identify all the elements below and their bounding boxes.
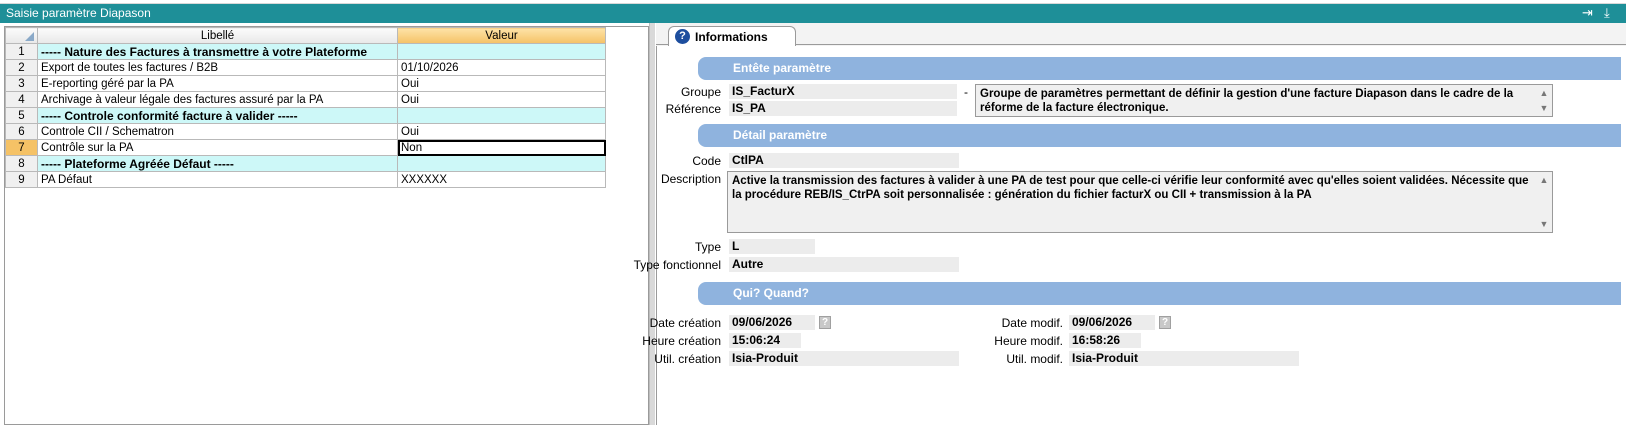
- tab-informations-label: Informations: [695, 30, 768, 44]
- section-header-qui-quand: Qui? Quand?: [698, 282, 1621, 305]
- util-creation-field: Isia-Produit: [729, 351, 959, 366]
- download-icon[interactable]: ⤓: [1604, 5, 1610, 21]
- scroll-down-icon[interactable]: ▼: [1539, 217, 1549, 231]
- date-modif-label: Date modif.: [1001, 316, 1063, 330]
- cell-valeur[interactable]: [397, 107, 606, 124]
- tab-strip: ? Informations: [656, 23, 1626, 46]
- type-fonctionnel-field: Autre: [729, 257, 959, 272]
- groupe-description-text: Groupe de paramètres permettant de défin…: [980, 88, 1514, 114]
- column-header-libelle[interactable]: Libellé: [37, 27, 398, 44]
- cell-libelle[interactable]: ----- Nature des Factures à transmettre …: [37, 43, 398, 60]
- table-row[interactable]: 1 ----- Nature des Factures à transmettre…: [5, 43, 606, 60]
- heure-modif-label: Heure modif.: [994, 334, 1063, 348]
- code-field: CtlPA: [729, 153, 959, 168]
- date-creation-field: 09/06/2026: [729, 315, 815, 330]
- grid-corner[interactable]: [5, 27, 38, 44]
- cell-libelle[interactable]: PA Défaut: [37, 171, 398, 188]
- parametre-description: Active la transmission des factures à va…: [727, 171, 1553, 233]
- date-modif-field: 09/06/2026: [1069, 315, 1155, 330]
- row-number[interactable]: 1: [5, 43, 38, 60]
- row-number[interactable]: 5: [5, 107, 38, 124]
- groupe-field: IS_FacturX: [729, 84, 957, 99]
- section-header-detail: Détail paramètre: [698, 124, 1621, 147]
- row-number[interactable]: 2: [5, 59, 38, 76]
- date-creation-label: Date création: [649, 316, 721, 330]
- row-number[interactable]: 7: [5, 139, 38, 156]
- groupe-description: Groupe de paramètres permettant de défin…: [975, 84, 1553, 117]
- code-label: Code: [692, 154, 721, 168]
- date-creation-help-icon[interactable]: ?: [819, 316, 831, 329]
- table-row[interactable]: 2 Export de toutes les factures / B2B 01/1…: [5, 59, 606, 76]
- cell-valeur[interactable]: XXXXXX: [397, 171, 606, 188]
- cell-libelle[interactable]: ----- Controle conformité facture à vali…: [37, 107, 398, 124]
- cell-libelle[interactable]: ----- Plateforme Agréée Défaut -----: [37, 155, 398, 172]
- type-fonctionnel-label: Type fonctionnel: [633, 258, 721, 272]
- heure-modif-field: 16:58:26: [1069, 333, 1141, 348]
- entete-dash: -: [964, 85, 968, 99]
- cell-libelle[interactable]: Contrôle sur la PA: [37, 139, 398, 156]
- column-header-valeur[interactable]: Valeur: [397, 27, 606, 44]
- scroll-up-icon[interactable]: ▲: [1539, 86, 1549, 100]
- cell-valeur[interactable]: [397, 43, 606, 60]
- info-question-icon: ?: [675, 29, 690, 44]
- heure-creation-field: 15:06:24: [729, 333, 801, 348]
- scroll-up-icon[interactable]: ▲: [1539, 173, 1549, 187]
- parametre-description-scrollbar[interactable]: ▲ ▼: [1537, 173, 1551, 231]
- info-panel: ? Informations Entête paramètre Groupe I…: [633, 23, 1626, 425]
- cell-libelle[interactable]: Controle CII / Schematron: [37, 123, 398, 140]
- info-content: Entête paramètre Groupe IS_FacturX Référ…: [633, 46, 1626, 425]
- parameter-grid-pane: Libellé Valeur 1 ----- Nature des Facture…: [4, 26, 649, 425]
- row-number[interactable]: 9: [5, 171, 38, 188]
- row-number[interactable]: 6: [5, 123, 38, 140]
- util-modif-field: Isia-Produit: [1069, 351, 1299, 366]
- cell-libelle[interactable]: E-reporting géré par la PA: [37, 75, 398, 92]
- cell-valeur[interactable]: 01/10/2026: [397, 59, 606, 76]
- parametre-description-text: Active la transmission des factures à va…: [732, 175, 1529, 201]
- cell-valeur[interactable]: Oui: [397, 91, 606, 108]
- type-label: Type: [694, 240, 721, 254]
- table-row[interactable]: 8 ----- Plateforme Agréée Défaut -----: [5, 155, 606, 172]
- cell-valeur[interactable]: [397, 155, 606, 172]
- row-number[interactable]: 4: [5, 91, 38, 108]
- table-row[interactable]: 3 E-reporting géré par la PA Oui: [5, 75, 606, 92]
- table-row[interactable]: 7 Contrôle sur la PA Non: [5, 139, 606, 156]
- cell-valeur[interactable]: Oui: [397, 75, 606, 92]
- cell-valeur[interactable]: Oui: [397, 123, 606, 140]
- section-header-entete: Entête paramètre: [698, 57, 1621, 80]
- parameter-grid: Libellé Valeur 1 ----- Nature des Facture…: [5, 27, 606, 188]
- table-row[interactable]: 6 Controle CII / Schematron Oui: [5, 123, 606, 140]
- util-creation-label: Util. création: [654, 352, 721, 366]
- date-modif-help-icon[interactable]: ?: [1159, 316, 1171, 329]
- cell-libelle[interactable]: Archivage à valeur légale des factures a…: [37, 91, 398, 108]
- window-titlebar: Saisie paramètre Diapason ⇥ ⤓: [0, 4, 1626, 23]
- pin-right-icon[interactable]: ⇥: [1582, 5, 1593, 21]
- util-modif-label: Util. modif.: [1006, 352, 1063, 366]
- table-row[interactable]: 5 ----- Controle conformité facture à val…: [5, 107, 606, 124]
- reference-field: IS_PA: [729, 101, 957, 116]
- reference-label: Référence: [665, 102, 721, 116]
- table-row[interactable]: 4 Archivage à valeur légale des factures …: [5, 91, 606, 108]
- row-number[interactable]: 8: [5, 155, 38, 172]
- tab-informations[interactable]: ? Informations: [668, 26, 796, 46]
- heure-creation-label: Heure création: [642, 334, 721, 348]
- description-label: Description: [660, 172, 721, 186]
- cell-valeur[interactable]: Non: [397, 139, 606, 156]
- window-title: Saisie paramètre Diapason: [6, 6, 151, 20]
- groupe-description-scrollbar[interactable]: ▲ ▼: [1537, 86, 1551, 115]
- groupe-label: Groupe: [680, 85, 721, 99]
- cell-libelle[interactable]: Export de toutes les factures / B2B: [37, 59, 398, 76]
- table-row[interactable]: 9 PA Défaut XXXXXX: [5, 171, 606, 188]
- row-number[interactable]: 3: [5, 75, 38, 92]
- type-field: L: [729, 239, 815, 254]
- scroll-down-icon[interactable]: ▼: [1539, 101, 1549, 115]
